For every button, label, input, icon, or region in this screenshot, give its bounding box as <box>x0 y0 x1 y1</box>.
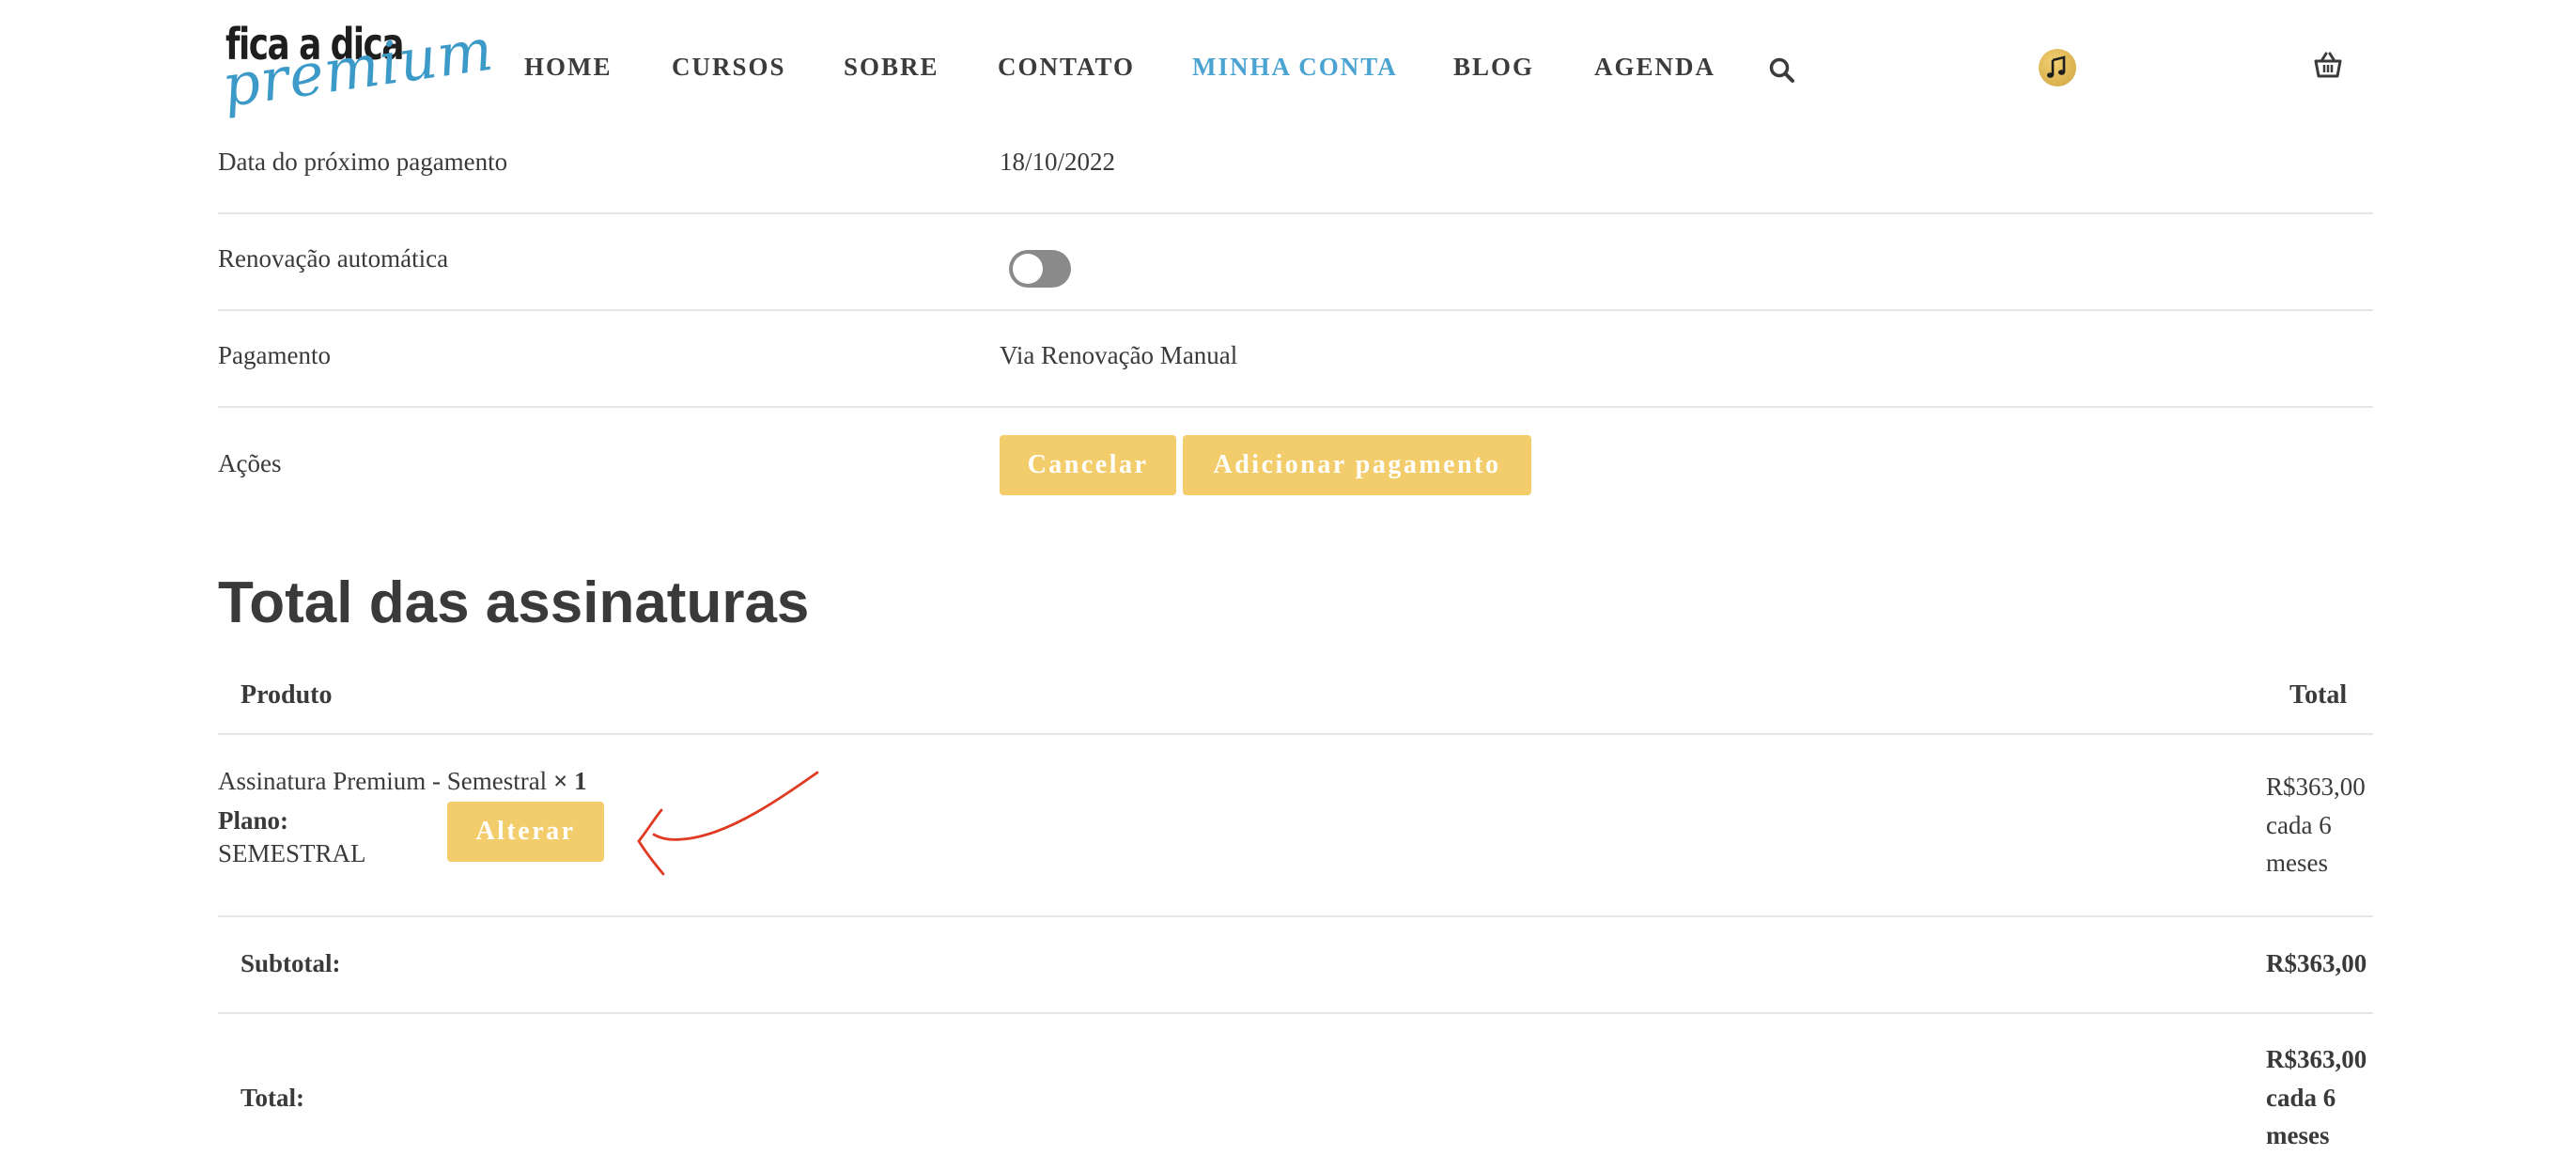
auto-renew-label: Renovação automática <box>218 244 449 273</box>
site-logo[interactable]: fica a dica premium <box>218 15 498 127</box>
payment-value: Via Renovação Manual <box>1000 341 1238 369</box>
product-quantity: × 1 <box>552 767 587 795</box>
music-note-icon <box>2046 55 2066 78</box>
row-divider <box>218 212 2373 214</box>
nav-sobre[interactable]: SOBRE <box>844 53 939 82</box>
total-period-line2: meses <box>2266 1121 2330 1149</box>
row-divider <box>218 406 2373 408</box>
column-header-product: Produto <box>241 680 333 710</box>
total-value: R$363,00 <box>2266 1045 2367 1073</box>
product-period-line2: meses <box>2266 849 2328 877</box>
column-header-total: Total <box>2289 680 2348 710</box>
annotation-arrow-icon <box>637 771 819 876</box>
total-period-line1: cada 6 <box>2266 1084 2336 1112</box>
add-payment-button[interactable]: Adicionar pagamento <box>1183 435 1531 495</box>
cancel-button[interactable]: Cancelar <box>1000 435 1176 495</box>
search-icon[interactable] <box>1768 56 1796 85</box>
next-payment-value: 18/10/2022 <box>1000 148 1116 176</box>
totals-title: Total das assinaturas <box>218 570 810 635</box>
subtotal-value: R$363,00 <box>2266 949 2367 977</box>
auto-renew-toggle[interactable] <box>1009 250 1071 288</box>
nav-minha-conta[interactable]: MINHA CONTA <box>1192 53 1398 82</box>
cart-icon[interactable] <box>2313 51 2343 79</box>
toggle-knob <box>1013 254 1043 284</box>
nav-blog[interactable]: BLOG <box>1453 53 1534 82</box>
actions-label: Ações <box>218 449 282 477</box>
product-price: R$363,00 <box>2266 773 2366 801</box>
payment-label: Pagamento <box>218 341 331 369</box>
row-divider <box>218 309 2373 311</box>
plan-value: SEMESTRAL <box>218 839 366 867</box>
next-payment-label: Data do próximo pagamento <box>218 148 508 176</box>
product-name: Assinatura Premium - Semestral <box>218 767 548 795</box>
nav-home[interactable]: HOME <box>524 53 613 82</box>
table-divider <box>218 1012 2373 1014</box>
table-divider <box>218 915 2373 917</box>
change-plan-button[interactable]: Alterar <box>447 802 604 862</box>
music-player-icon[interactable] <box>2039 49 2076 86</box>
nav-agenda[interactable]: AGENDA <box>1594 53 1715 82</box>
product-line: Assinatura Premium - Semestral × 1 <box>218 767 587 796</box>
plan-label: Plano: <box>218 806 289 835</box>
total-label: Total: <box>241 1084 305 1112</box>
product-period-line1: cada 6 <box>2266 811 2332 839</box>
nav-cursos[interactable]: CURSOS <box>672 53 786 82</box>
subtotal-label: Subtotal: <box>241 949 341 977</box>
table-divider <box>218 733 2373 735</box>
nav-contato[interactable]: CONTATO <box>998 53 1135 82</box>
site-header: fica a dica premium HOME CURSOS SOBRE CO… <box>0 0 2576 141</box>
